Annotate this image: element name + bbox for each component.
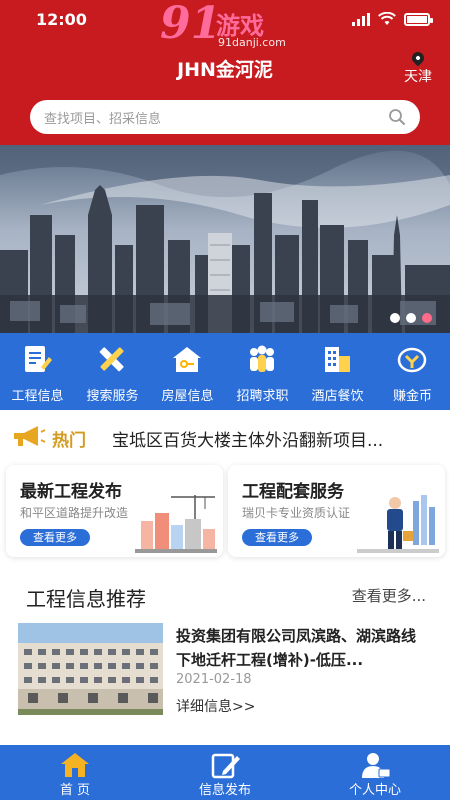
publish-edit-icon <box>211 753 240 779</box>
tab-label: 个人中心 <box>348 783 401 798</box>
tab-profile[interactable]: 个人中心 <box>300 745 450 800</box>
card-latest-projects[interactable]: 最新工程发布 和平区道路提升改造 查看更多 <box>6 465 223 557</box>
nav-item-label: 工程信息 <box>11 389 64 404</box>
battery-icon <box>404 12 433 26</box>
status-icons <box>352 12 433 26</box>
coin-icon <box>397 347 427 373</box>
people-group-icon <box>250 345 274 372</box>
hot-headline[interactable]: 宝坻区百货大楼主体外沿翻新项目... <box>112 426 432 451</box>
nav-item-project-info[interactable]: 工程信息 <box>0 333 75 410</box>
tab-label: 信息发布 <box>198 783 251 798</box>
nav-item-hotel-dining[interactable]: 酒店餐饮 <box>300 333 375 410</box>
nav-item-label: 赚金币 <box>392 389 432 404</box>
businessman-illustration <box>357 495 439 553</box>
hot-label: 热门 <box>52 431 86 451</box>
location-pin-icon <box>409 49 427 67</box>
wifi-icon <box>378 12 396 25</box>
nav-item-earn-coins[interactable]: 赚金币 <box>375 333 450 410</box>
home-icon <box>61 753 89 777</box>
carousel-dot-active[interactable] <box>422 313 432 323</box>
project-list-item[interactable]: 投资集团有限公司凤滨路、湖滨路线下地迁杆工程(增补)-低压... 2021-02… <box>0 620 450 730</box>
nav-item-house-info[interactable]: 房屋信息 <box>150 333 225 410</box>
tab-home[interactable]: 首 页 <box>0 745 150 800</box>
project-thumbnail <box>18 623 163 715</box>
search-bar[interactable]: 查找项目、招采信息 <box>30 100 420 134</box>
carousel-dots[interactable] <box>390 313 432 323</box>
watermark-url: 91danji.com <box>218 36 286 49</box>
city-skyline-image <box>0 145 450 333</box>
nav-item-label: 酒店餐饮 <box>311 389 364 404</box>
city-buildings-illustration <box>135 495 217 553</box>
view-more-button[interactable]: 查看更多 <box>20 529 90 546</box>
app-brand: JHN金河泥 <box>177 59 273 81</box>
nav-item-label: 房屋信息 <box>161 389 214 404</box>
view-more-button[interactable]: 查看更多 <box>242 529 312 546</box>
project-title[interactable]: 投资集团有限公司凤滨路、湖滨路线下地迁杆工程(增补)-低压... <box>176 624 426 672</box>
nav-item-recruitment[interactable]: 招聘求职 <box>225 333 300 410</box>
tab-label: 首 页 <box>59 783 91 798</box>
card-supporting-services[interactable]: 工程配套服务 瑞贝卡专业资质认证 查看更多 <box>228 465 445 557</box>
search-icon[interactable] <box>388 108 406 126</box>
hot-news-ticker[interactable]: 热门 宝坻区百货大楼主体外沿翻新项目... <box>0 418 450 456</box>
category-nav: 工程信息 搜索服务 房屋信息 招聘求职 酒店餐饮 赚金币 <box>0 333 450 410</box>
document-edit-icon <box>25 346 52 372</box>
header: 12:00 91 游戏 91danji.com JHN金河泥 天津 查找项目、招… <box>0 0 450 145</box>
banner-carousel[interactable] <box>0 145 450 333</box>
project-detail-link[interactable]: 详细信息>> <box>176 696 255 716</box>
location-label: 天津 <box>404 69 432 85</box>
ruler-pencil-icon <box>99 347 124 372</box>
house-key-icon <box>173 347 201 372</box>
card-subtitle: 瑞贝卡专业资质认证 <box>242 506 351 520</box>
watermark-number: 91 <box>160 0 222 49</box>
bottom-tab-bar: 首 页 信息发布 个人中心 <box>0 745 450 800</box>
nav-item-label: 搜索服务 <box>86 389 139 404</box>
location-selector[interactable]: 天津 <box>400 49 436 86</box>
nav-item-search-service[interactable]: 搜索服务 <box>75 333 150 410</box>
watermark-logo: 91 游戏 91danji.com <box>160 0 290 54</box>
user-profile-icon <box>362 753 391 778</box>
signal-icon <box>352 12 370 26</box>
hotel-building-icon <box>325 347 350 372</box>
card-title: 工程配套服务 <box>242 482 344 502</box>
megaphone-icon <box>14 426 46 446</box>
tab-publish[interactable]: 信息发布 <box>150 745 300 800</box>
see-more-link[interactable]: 查看更多... <box>352 585 426 606</box>
project-date: 2021-02-18 <box>176 672 252 687</box>
nav-item-label: 招聘求职 <box>236 389 289 404</box>
card-title: 最新工程发布 <box>20 482 122 502</box>
carousel-dot[interactable] <box>390 313 400 323</box>
status-time: 12:00 <box>36 10 87 29</box>
search-placeholder: 查找项目、招采信息 <box>44 112 162 127</box>
app-screen: 12:00 91 游戏 91danji.com JHN金河泥 天津 查找项目、招… <box>0 0 450 800</box>
card-subtitle: 和平区道路提升改造 <box>20 506 129 520</box>
section-title: 工程信息推荐 <box>26 587 146 611</box>
carousel-dot[interactable] <box>406 313 416 323</box>
